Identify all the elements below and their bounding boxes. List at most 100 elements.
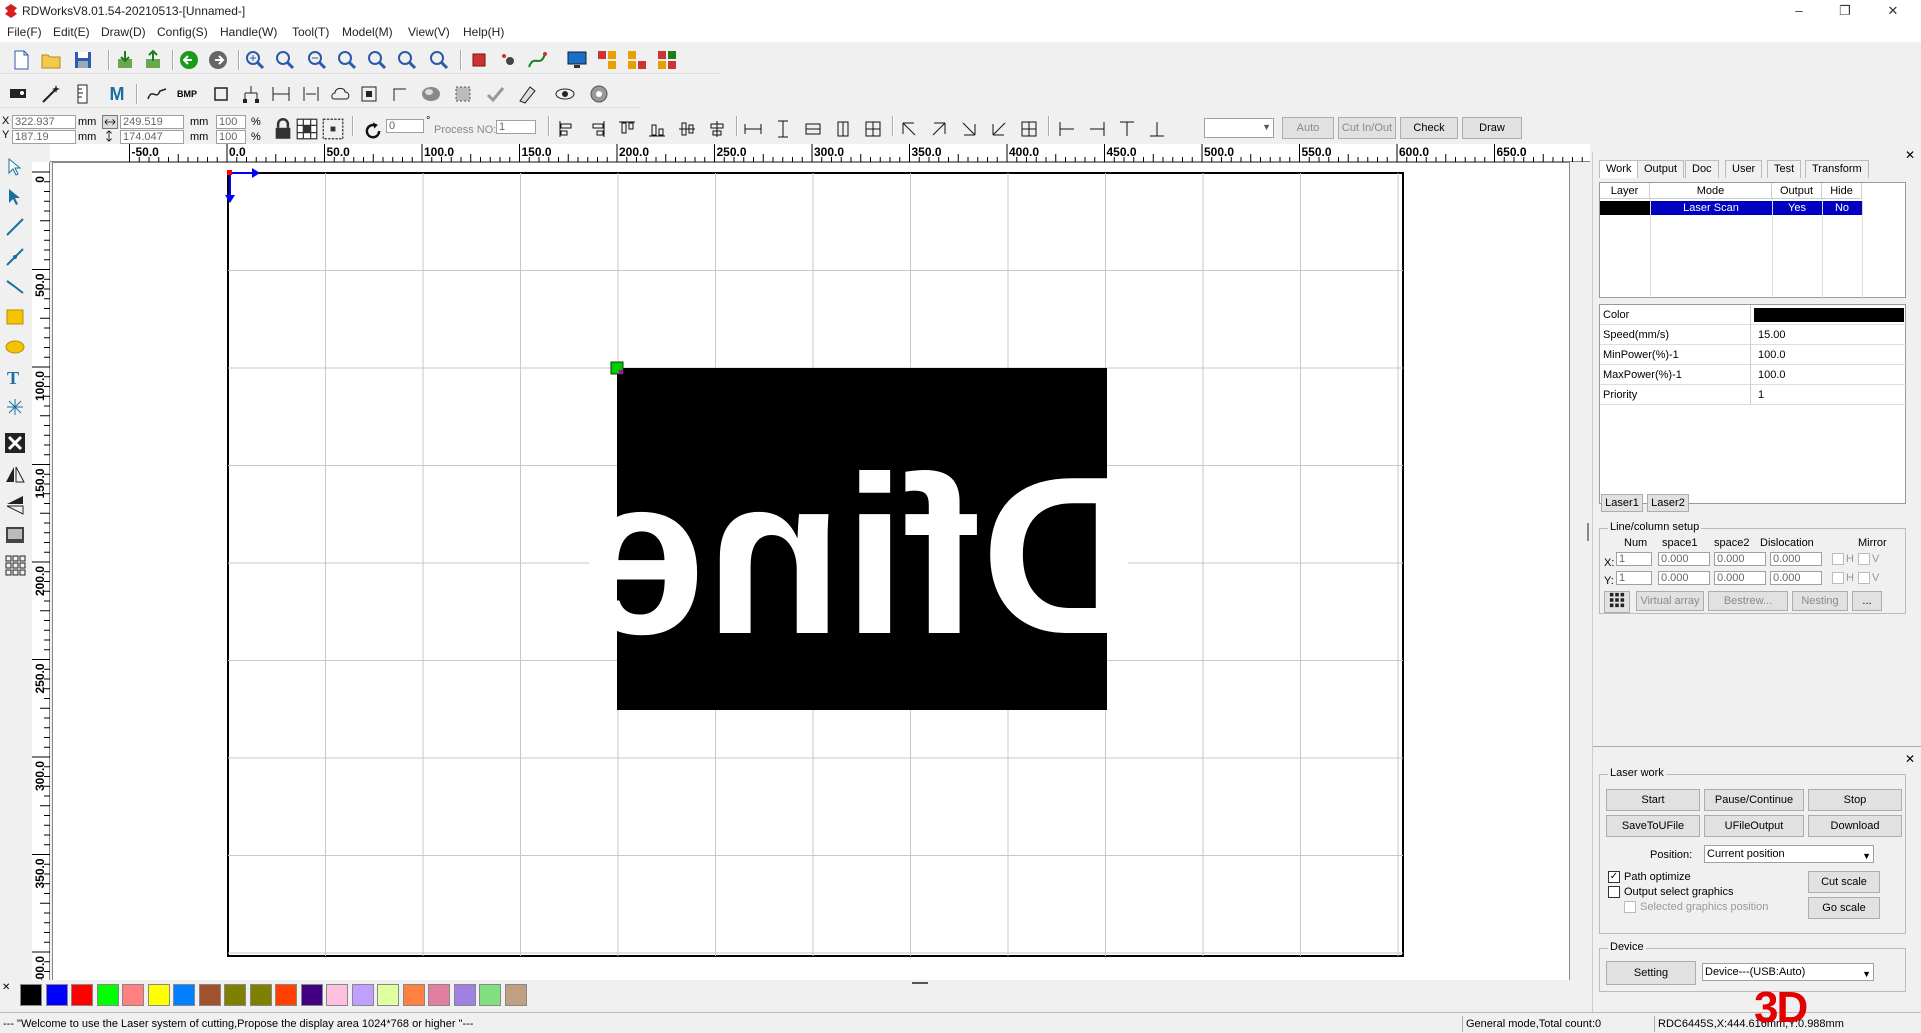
minimize-button[interactable]: –	[1776, 0, 1822, 22]
align-right-icon[interactable]	[586, 118, 608, 140]
color-swatch[interactable]	[20, 984, 42, 1006]
array-tool-icon[interactable]	[4, 554, 26, 576]
zoom-fit-icon[interactable]	[366, 49, 388, 71]
tab-user[interactable]: User	[1725, 160, 1763, 178]
ufile-output-button[interactable]: UFileOutput	[1704, 815, 1804, 837]
palette-splitter[interactable]	[912, 982, 928, 984]
layer-hide-cell[interactable]: No	[1822, 201, 1862, 215]
more-button[interactable]: ...	[1852, 591, 1882, 611]
check-button[interactable]: Check	[1400, 117, 1458, 139]
select-frame-icon[interactable]	[468, 49, 490, 71]
width-lock-icon[interactable]	[102, 115, 118, 129]
color-swatch[interactable]	[275, 984, 297, 1006]
dotted-select-icon[interactable]	[452, 83, 474, 105]
color-swatch[interactable]	[300, 984, 323, 1006]
text-tool-icon[interactable]: T	[4, 366, 26, 388]
open-folder-icon[interactable]	[40, 49, 62, 71]
color-swatch[interactable]	[96, 984, 119, 1006]
center-icon[interactable]	[322, 118, 344, 140]
x-mirror-h-checkbox[interactable]	[1832, 553, 1844, 565]
tab-test[interactable]: Test	[1767, 160, 1802, 178]
width-icon[interactable]	[300, 83, 322, 105]
color-swatch[interactable]	[504, 984, 527, 1006]
array-icon-3[interactable]	[656, 49, 678, 71]
tree-icon[interactable]	[240, 83, 262, 105]
ellipse-tool-icon[interactable]	[4, 336, 26, 358]
menu-file[interactable]: File(F)	[7, 25, 42, 39]
palette-close-icon[interactable]: ✕	[2, 982, 10, 993]
min-power-value[interactable]: 100.0	[1758, 345, 1786, 365]
tab-doc[interactable]: Doc	[1685, 160, 1719, 178]
laser2-tab[interactable]: Laser2	[1647, 494, 1689, 512]
array-grid-button[interactable]	[1604, 591, 1630, 613]
height-lock-icon[interactable]	[102, 130, 118, 144]
color-swatch[interactable]	[428, 984, 450, 1006]
start-button[interactable]: Start	[1606, 789, 1700, 811]
priority-value[interactable]: 1	[1758, 385, 1764, 405]
polyline-tool-icon[interactable]	[4, 246, 26, 268]
laser1-tab[interactable]: Laser1	[1601, 494, 1643, 512]
path-edit-icon[interactable]	[526, 49, 548, 71]
color-swatch[interactable]	[402, 984, 425, 1006]
m-tool-button[interactable]: M	[106, 83, 128, 105]
color-swatch[interactable]	[453, 984, 476, 1006]
move-bottom-right-icon[interactable]	[958, 118, 980, 140]
cloud-print-icon[interactable]	[330, 83, 352, 105]
menu-view[interactable]: View(V)	[408, 25, 450, 39]
restore-button[interactable]: ❐	[1822, 0, 1868, 22]
y-mirror-h-checkbox[interactable]	[1832, 572, 1844, 584]
menu-model[interactable]: Model(M)	[342, 25, 393, 39]
menu-edit[interactable]: Edit(E)	[53, 25, 90, 39]
go-scale-button[interactable]: Go scale	[1808, 897, 1880, 919]
node-select-icon[interactable]	[4, 186, 26, 208]
x-mirror-v-checkbox[interactable]	[1858, 553, 1870, 565]
move-top-left-icon[interactable]	[898, 118, 920, 140]
x-num-input[interactable]: 1	[1616, 552, 1652, 566]
output-select-checkbox[interactable]	[1608, 886, 1620, 898]
cut-in-out-button[interactable]: Cut In/Out	[1338, 117, 1396, 139]
draw-button[interactable]: Draw	[1462, 117, 1522, 139]
zoom-out-icon[interactable]	[306, 49, 328, 71]
dot-tool-icon[interactable]	[4, 396, 26, 418]
move-left-icon[interactable]	[1056, 118, 1078, 140]
distribute-v-icon[interactable]	[862, 118, 884, 140]
align-left-icon[interactable]	[556, 118, 578, 140]
color-swatch[interactable]	[351, 984, 374, 1006]
layer-mode-cell[interactable]: Laser Scan	[1650, 201, 1772, 215]
color-value[interactable]	[1754, 308, 1904, 322]
layer-dropdown[interactable]: ▼	[1204, 118, 1274, 138]
rectangle-tool-icon[interactable]	[4, 306, 26, 328]
magic-wand-icon[interactable]	[40, 83, 62, 105]
width-input[interactable]: 249.519	[120, 115, 184, 129]
scale-x-input[interactable]: 100	[216, 115, 246, 129]
move-bottom-left-icon[interactable]	[988, 118, 1010, 140]
mirror-v-icon[interactable]	[4, 494, 26, 516]
menu-handle[interactable]: Handle(W)	[220, 25, 277, 39]
mirror-h-icon[interactable]	[4, 464, 26, 486]
layer-output-cell[interactable]: Yes	[1772, 201, 1822, 215]
color-swatch[interactable]	[224, 984, 246, 1006]
zoom-all-icon[interactable]	[428, 49, 450, 71]
menu-tool[interactable]: Tool(T)	[292, 25, 329, 39]
zoom-data-icon[interactable]	[396, 49, 418, 71]
y-position-input[interactable]: 187.19	[12, 130, 76, 144]
zoom-in-icon[interactable]	[244, 49, 266, 71]
pause-continue-button[interactable]: Pause/Continue	[1704, 789, 1804, 811]
x-position-input[interactable]: 322.937	[12, 115, 76, 129]
curve-tool-icon[interactable]	[4, 276, 26, 298]
cut-scale-button[interactable]: Cut scale	[1808, 871, 1880, 893]
bestrew-button[interactable]: Bestrew...	[1708, 591, 1788, 611]
max-power-value[interactable]: 100.0	[1758, 365, 1786, 385]
move-top-right-icon[interactable]	[928, 118, 950, 140]
curve-icon[interactable]	[146, 83, 168, 105]
panel-close-icon[interactable]: ✕	[1905, 148, 1915, 162]
check-icon[interactable]	[484, 83, 506, 105]
save-icon[interactable]	[72, 49, 94, 71]
color-swatch[interactable]	[173, 984, 195, 1006]
position-select[interactable]: Current position ▼	[1704, 845, 1874, 863]
laser-panel-close-icon[interactable]: ✕	[1905, 752, 1915, 766]
process-no-input[interactable]: 1	[496, 120, 536, 134]
save-to-ufile-button[interactable]: SaveToUFile	[1606, 815, 1700, 837]
y-space2-input[interactable]: 0.000	[1714, 571, 1766, 585]
path-optimize-checkbox[interactable]: ✓	[1608, 871, 1620, 883]
